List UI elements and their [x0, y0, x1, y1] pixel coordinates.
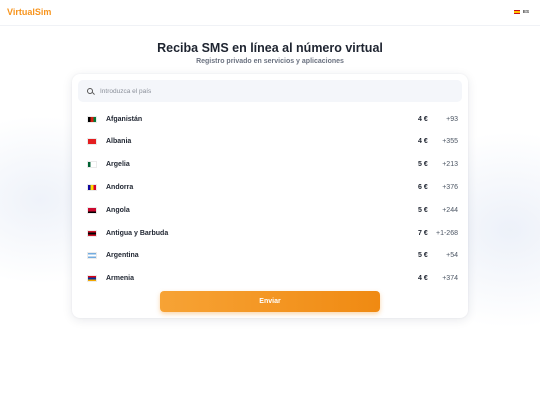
andorra-flag-icon [87, 183, 97, 191]
country-price: 4 € [418, 275, 428, 283]
country-row[interactable]: Argentina 5 € +54 [72, 245, 468, 267]
country-dial-code: +93 [446, 115, 458, 123]
country-search-input[interactable] [100, 87, 400, 95]
search-icon [87, 88, 93, 94]
country-row[interactable]: Antigua y Barbuda 7 € +1-268 [72, 222, 468, 244]
country-name: Argentina [106, 252, 139, 260]
search-box [78, 80, 462, 102]
country-price: 5 € [418, 252, 428, 260]
country-row[interactable]: Andorra 6 € +376 [72, 176, 468, 198]
country-name: Armenia [106, 275, 135, 283]
country-price: 7 € [418, 229, 428, 237]
antigua-flag-icon [87, 229, 97, 237]
country-name: Andorra [106, 183, 134, 191]
page-subtitle: Registro privado en servicios y aplicaci… [196, 58, 344, 65]
country-card: Afganistán 4 € +93 Albania 4 € +355 Argelia 5 €… [72, 74, 468, 318]
spain-flag-icon [513, 9, 520, 14]
country-row[interactable]: Angola 5 € +244 [72, 199, 468, 221]
country-name: Angola [106, 206, 130, 214]
country-dial-code: +355 [442, 138, 458, 146]
country-name: Antigua y Barbuda [106, 229, 169, 237]
send-button[interactable]: Enviar [160, 291, 380, 312]
country-row[interactable]: Argelia 5 € +213 [72, 154, 468, 176]
country-price: 4 € [418, 138, 428, 146]
argentina-flag-icon [87, 252, 97, 260]
country-price: 5 € [418, 206, 428, 214]
country-dial-code: +244 [442, 206, 458, 214]
armenia-flag-icon [87, 275, 97, 283]
country-row[interactable]: Afganistán 4 € +93 [72, 108, 468, 130]
albania-flag-icon [87, 138, 97, 146]
afghanistan-flag-icon [87, 115, 97, 123]
angola-flag-icon [87, 206, 97, 214]
country-price: 6 € [418, 183, 428, 191]
country-dial-code: +54 [446, 252, 458, 260]
country-dial-code: +374 [442, 275, 458, 283]
page-title: Reciba SMS en línea al número virtual [157, 41, 383, 55]
country-dial-code: +376 [442, 183, 458, 191]
country-name: Albania [106, 138, 132, 146]
country-dial-code: +213 [442, 161, 458, 169]
country-price: 5 € [418, 161, 428, 169]
country-row[interactable]: Armenia 4 € +374 [72, 268, 468, 290]
top-bar: VirtualSim ES [0, 0, 540, 26]
logo[interactable]: VirtualSim [7, 7, 51, 17]
language-selector[interactable]: ES [513, 9, 529, 14]
country-name: Afganistán [106, 115, 143, 123]
language-label: ES [522, 9, 529, 14]
country-name: Argelia [106, 161, 130, 169]
algeria-flag-icon [87, 161, 97, 169]
country-row[interactable]: Albania 4 € +355 [72, 131, 468, 153]
country-price: 4 € [418, 115, 428, 123]
country-dial-code: +1-268 [436, 229, 458, 237]
